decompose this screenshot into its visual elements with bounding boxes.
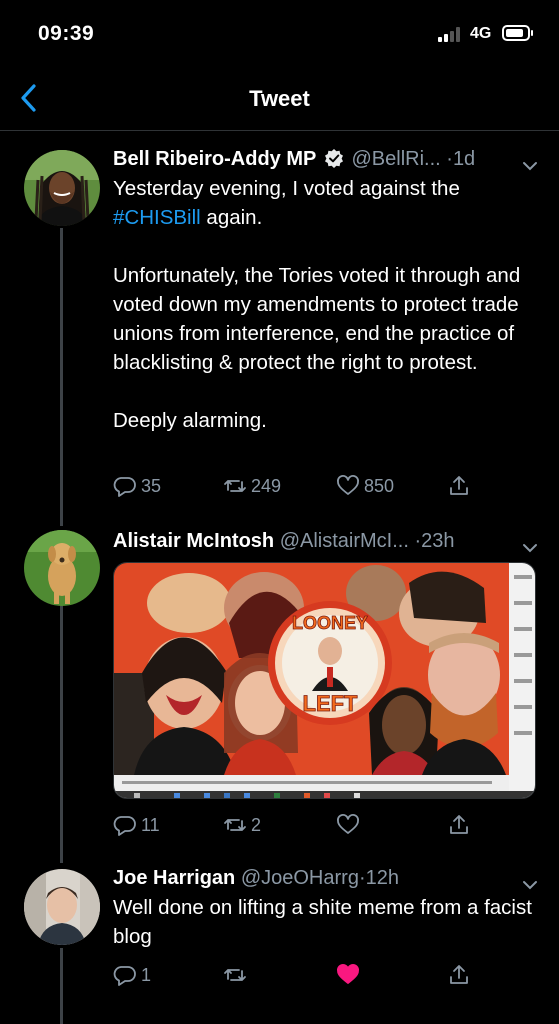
like-count: 850 (364, 475, 395, 496)
reply-count: 11 (141, 814, 160, 835)
share-button[interactable] (447, 810, 475, 840)
avatar[interactable] (24, 869, 100, 945)
tweet-actions: 1 (113, 960, 513, 990)
tweet-time[interactable]: 1d (453, 148, 475, 170)
reply-count: 1 (141, 964, 152, 985)
verified-badge-icon (324, 147, 344, 168)
tweet-header: Bell Ribeiro-Addy MP @BellRi... ·1d (113, 144, 539, 174)
tweet-actions: 11 2 (113, 810, 513, 840)
like-button-liked[interactable] (336, 960, 364, 990)
tweet-text-paragraph: Deeply alarming. (113, 409, 267, 432)
reply-icon (113, 816, 136, 836)
page-title: Tweet (249, 86, 310, 111)
retweet-icon (224, 969, 246, 981)
like-button[interactable] (336, 810, 364, 840)
tweet-actions: 35 249 850 (113, 471, 513, 501)
like-icon (337, 964, 359, 984)
share-button[interactable] (447, 960, 475, 990)
signal-icon (438, 26, 464, 42)
like-icon (337, 814, 359, 834)
tweet-alistair-mcintosh[interactable]: Alistair McIntosh @AlistairMcI... ·23h L… (0, 526, 559, 856)
author-name[interactable]: Alistair McIntosh (113, 530, 274, 552)
hashtag-link[interactable]: #CHISBill (113, 206, 201, 229)
retweet-count: 2 (251, 814, 262, 835)
battery-icon (502, 25, 533, 41)
retweet-button[interactable]: 249 (223, 471, 281, 501)
network-type: 4G (470, 25, 492, 42)
status-bar: 09:39 4G (0, 0, 559, 68)
share-button[interactable] (447, 471, 475, 501)
author-handle[interactable]: @AlistairMcI... (280, 530, 409, 552)
svg-text:LOONEY: LOONEY (292, 613, 368, 633)
reply-icon (113, 477, 136, 497)
retweet-icon (224, 480, 246, 492)
author-name[interactable]: Bell Ribeiro-Addy MP (113, 148, 316, 170)
nav-bar: Tweet (0, 68, 559, 131)
tweet-text-line: again. (200, 206, 263, 229)
author-name[interactable]: Joe Harrigan (113, 867, 235, 889)
share-icon (450, 476, 468, 495)
tweet-text: Well done on lifting a shite meme from a… (113, 893, 539, 951)
author-handle[interactable]: @JoeOHarrg (241, 867, 359, 889)
caret-down-icon[interactable] (521, 152, 539, 171)
retweet-count: 249 (251, 475, 282, 496)
tweet-joe-harrigan[interactable]: Joe Harrigan @JoeOHarrg·12h Well done on… (0, 863, 559, 1013)
avatar[interactable] (24, 530, 100, 606)
reply-button[interactable]: 35 (113, 471, 161, 501)
retweet-button[interactable] (223, 960, 251, 990)
svg-text:LEFT: LEFT (303, 691, 359, 716)
retweet-button[interactable]: 2 (223, 810, 261, 840)
share-icon (450, 965, 468, 984)
reply-icon (113, 966, 136, 986)
tweet-header: Joe Harrigan @JoeOHarrg·12h (113, 863, 539, 893)
reply-button[interactable]: 11 (113, 810, 160, 840)
like-icon (337, 475, 359, 495)
separator: · (358, 867, 366, 889)
avatar[interactable] (24, 150, 100, 226)
tweet-header: Alistair McIntosh @AlistairMcI... ·23h (113, 526, 539, 556)
tweet-bell-ribeiro-addy[interactable]: Bell Ribeiro-Addy MP @BellRi... ·1d Yest… (0, 144, 559, 514)
tweet-text: Yesterday evening, I voted against the #C… (113, 174, 539, 435)
caret-down-icon[interactable] (521, 871, 539, 890)
retweet-icon (224, 819, 246, 831)
like-button[interactable]: 850 (336, 471, 394, 501)
caret-down-icon[interactable] (521, 534, 539, 553)
status-time: 09:39 (38, 22, 95, 45)
tweet-image[interactable]: LOONEY LEFT (113, 562, 536, 799)
reply-button[interactable]: 1 (113, 960, 151, 990)
tweet-text-line: Yesterday evening, I voted against the (113, 177, 460, 200)
separator: · (446, 148, 453, 170)
tweet-time[interactable]: 12h (366, 867, 399, 889)
share-icon (450, 815, 468, 834)
author-handle[interactable]: @BellRi... (351, 148, 440, 170)
tweet-text-paragraph: Unfortunately, the Tories voted it throu… (113, 264, 521, 374)
tweet-time[interactable]: 23h (421, 530, 454, 552)
reply-count: 35 (141, 475, 162, 496)
tweet-text-paragraph: Well done on lifting a shite meme from a… (113, 896, 532, 948)
